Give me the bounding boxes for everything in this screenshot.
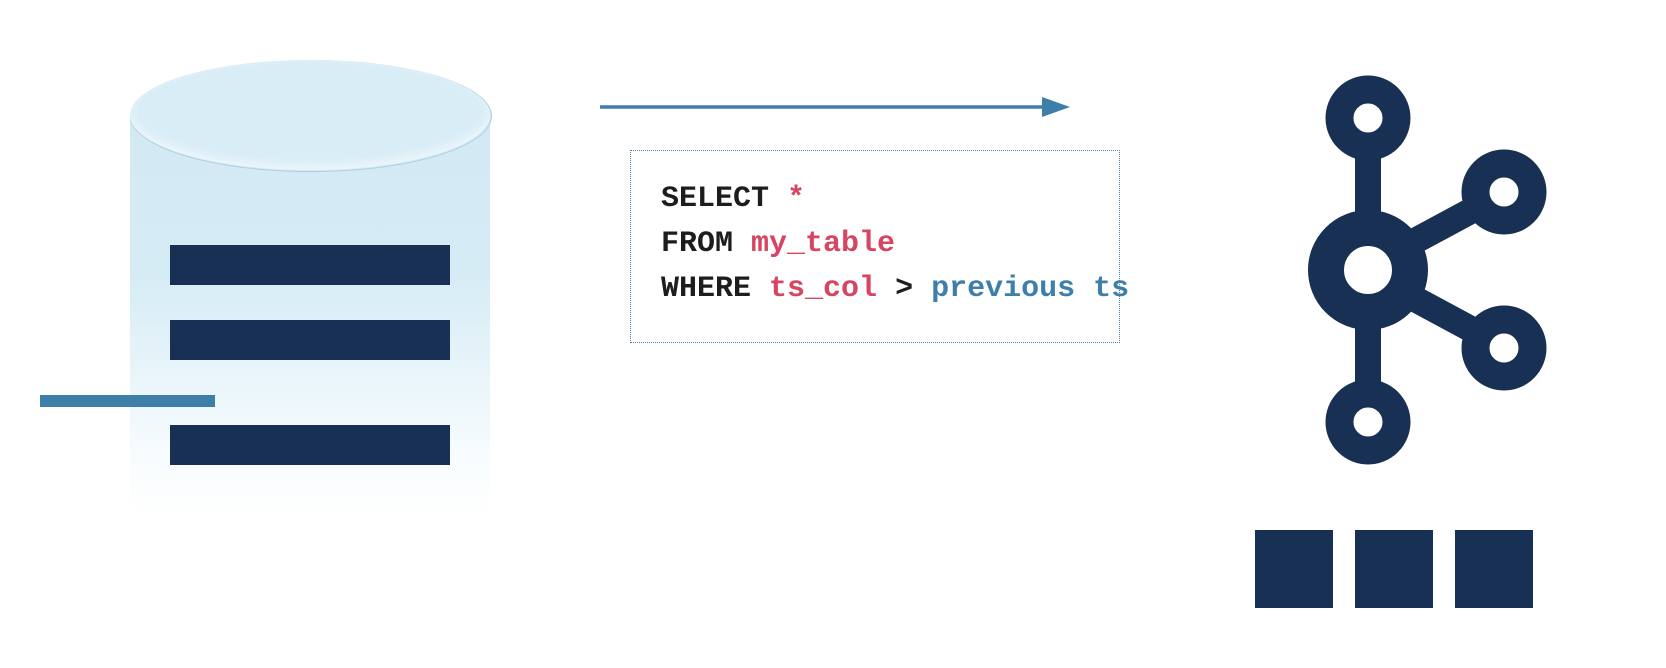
database-row bbox=[170, 425, 450, 465]
output-records bbox=[1255, 530, 1533, 608]
database-icon bbox=[130, 60, 490, 500]
output-record bbox=[1455, 530, 1533, 608]
sql-operator: > bbox=[877, 272, 931, 306]
sql-value: previous ts bbox=[931, 272, 1129, 306]
sql-star: * bbox=[787, 182, 805, 216]
flow-arrow-icon bbox=[600, 95, 1070, 115]
database-row bbox=[170, 320, 450, 360]
database-top bbox=[130, 60, 490, 170]
sql-keyword: WHERE bbox=[661, 272, 769, 306]
sql-keyword: SELECT bbox=[661, 182, 787, 216]
sql-line-3: WHERE ts_col > previous ts bbox=[661, 267, 1089, 312]
cursor-bar bbox=[40, 395, 215, 407]
sql-keyword: FROM bbox=[661, 227, 751, 261]
sql-identifier: my_table bbox=[751, 227, 895, 261]
sql-identifier: ts_col bbox=[769, 272, 877, 306]
diagram-canvas: SELECT * FROM my_table WHERE ts_col > pr… bbox=[0, 0, 1666, 668]
output-record bbox=[1255, 530, 1333, 608]
sql-query-box: SELECT * FROM my_table WHERE ts_col > pr… bbox=[630, 150, 1120, 343]
kafka-icon bbox=[1250, 60, 1570, 480]
sql-line-2: FROM my_table bbox=[661, 222, 1089, 267]
database-row bbox=[170, 245, 450, 285]
output-record bbox=[1355, 530, 1433, 608]
sql-line-1: SELECT * bbox=[661, 177, 1089, 222]
